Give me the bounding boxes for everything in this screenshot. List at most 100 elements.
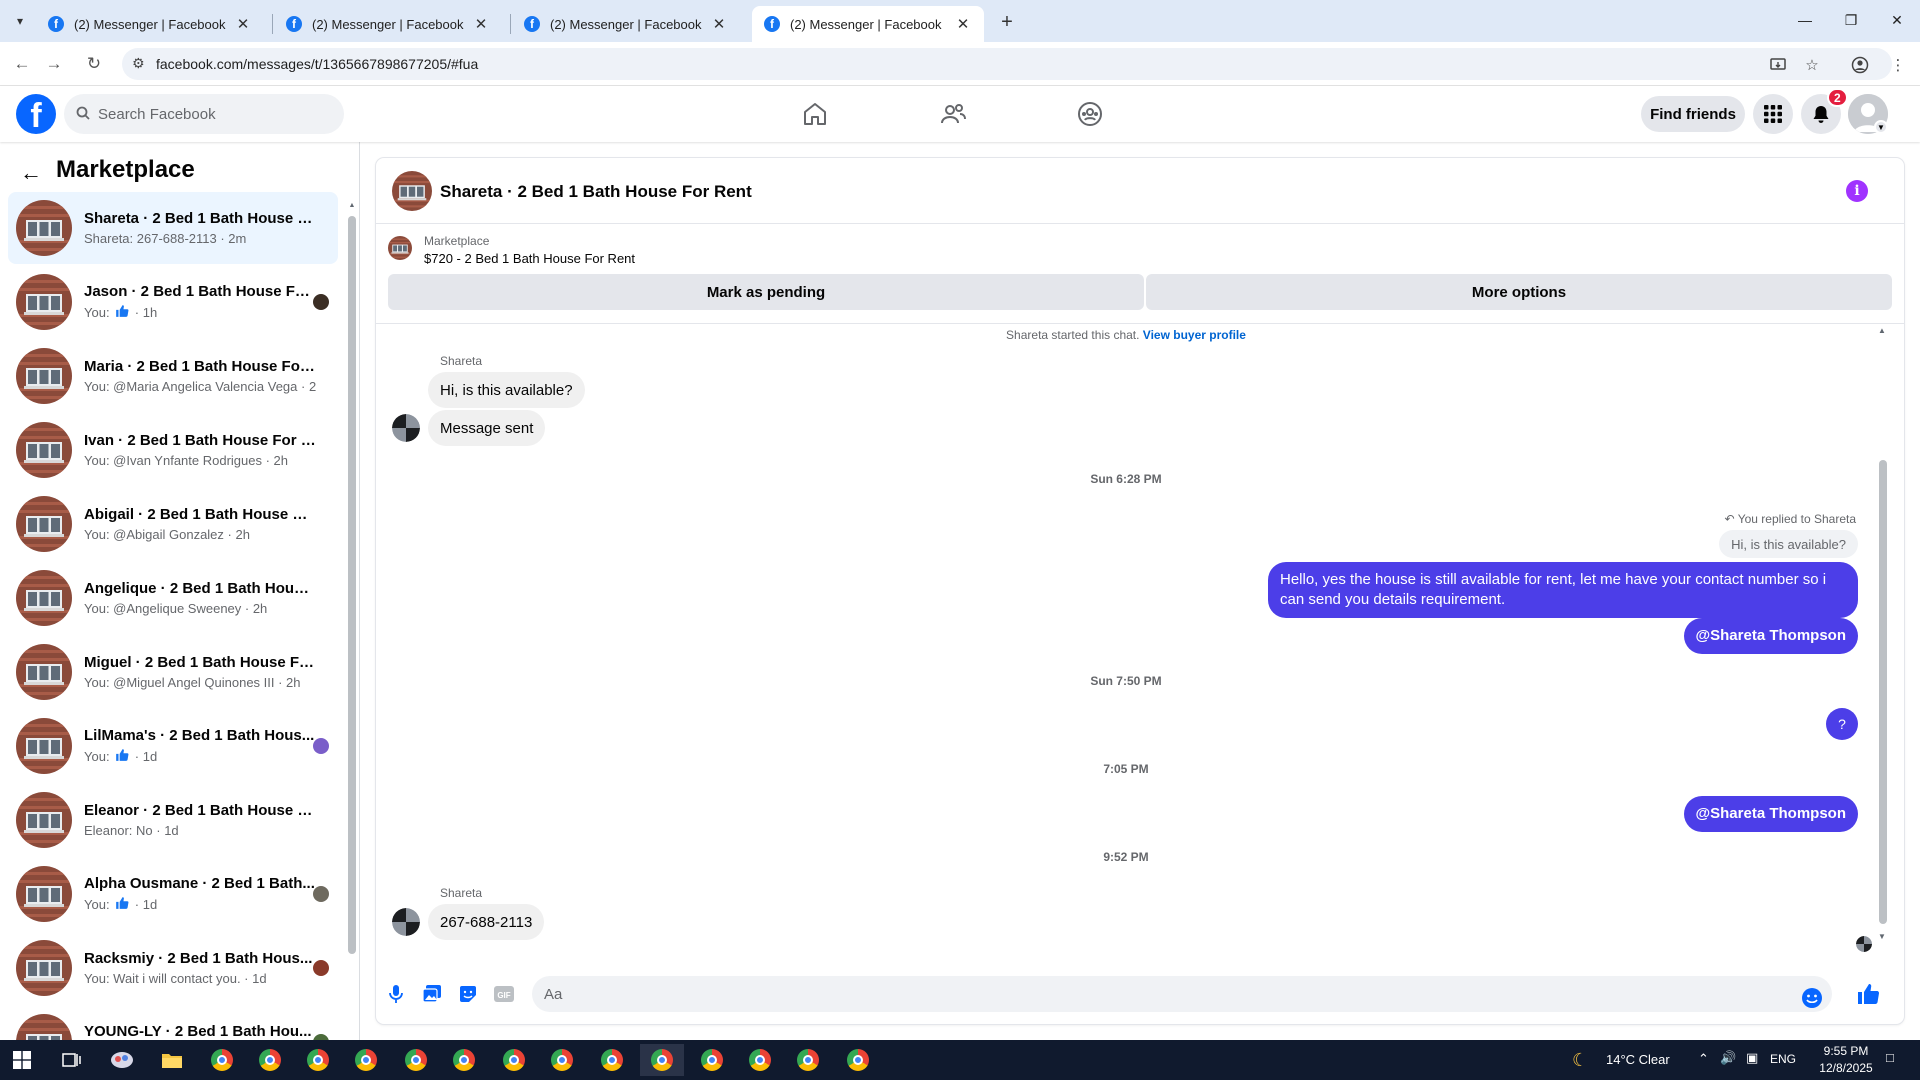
conversation-item[interactable]: LilMama's · 2 Bed 1 Bath Hous... You: · 1… [8,710,338,782]
search-input[interactable] [98,105,318,123]
address-bar[interactable]: ⚙ facebook.com/messages/t/13656678986772… [122,48,1892,80]
browser-tab-4-active[interactable]: f (2) Messenger | Facebook ✕ [752,6,984,42]
home-icon[interactable] [797,96,833,132]
forward-arrow-icon[interactable]: → [42,52,66,76]
thumbs-up-like-icon[interactable] [1854,980,1882,1008]
emoji-icon[interactable] [1798,984,1826,1012]
scroll-down-arrow-icon[interactable]: ▼ [1878,932,1886,941]
facebook-search[interactable] [64,94,344,134]
bookmark-star-icon[interactable]: ☆ [1802,55,1822,75]
scroll-up-arrow-icon[interactable]: ▲ [348,202,356,209]
close-tab-icon[interactable]: ✕ [234,15,252,33]
sidebar-scrollbar[interactable]: ▲ ▼ [348,202,356,954]
reload-icon[interactable]: ↻ [82,52,106,76]
conversation-item[interactable]: YOUNG-LY · 2 Bed 1 Bath Hou...You: · 1d [8,1006,338,1040]
conversation-item[interactable]: Miguel · 2 Bed 1 Bath House For ... You: … [8,636,338,708]
chrome-profile-icon[interactable] [394,1044,438,1076]
chrome-profile-icon-active[interactable] [640,1044,684,1076]
close-tab-icon[interactable]: ✕ [472,15,490,33]
listing-thumbnail-small[interactable] [388,236,412,260]
chat-scrollbar[interactable]: ▲ ▼ [1876,324,1890,944]
incoming-message[interactable]: Hi, is this available? [428,372,585,408]
conversation-item[interactable]: Shareta · 2 Bed 1 Bath House For... Share… [8,192,338,264]
conversation-item[interactable]: Maria · 2 Bed 1 Bath House For ... You: @… [8,340,338,412]
url-text[interactable]: facebook.com/messages/t/1365667898677205… [156,56,478,72]
minimize-window-icon[interactable]: — [1782,0,1828,40]
chat-title[interactable]: Shareta · 2 Bed 1 Bath House For Rent [440,182,752,202]
shareta-avatar[interactable] [392,414,420,442]
info-icon[interactable]: i [1846,180,1868,202]
show-hidden-icons-chevron-icon[interactable]: ⌃ [1698,1051,1709,1067]
gif-icon[interactable]: GIF [490,980,518,1008]
scrollbar-thumb[interactable] [1879,460,1887,924]
chrome-profile-icon[interactable] [786,1044,830,1076]
app-pinned-icon[interactable] [100,1044,144,1076]
groups-icon[interactable] [1072,96,1108,132]
network-icon[interactable]: ▣ [1746,1050,1758,1066]
chrome-profile-icon[interactable] [836,1044,880,1076]
scroll-up-arrow-icon[interactable]: ▲ [1878,326,1886,335]
chrome-profile-icon[interactable] [296,1044,340,1076]
new-tab-button[interactable]: + [994,9,1020,35]
mark-as-pending-button[interactable]: Mark as pending [388,274,1144,310]
chrome-profile-icon[interactable] [540,1044,584,1076]
clock-date[interactable]: 12/8/2025 [1812,1061,1880,1075]
conversation-item[interactable]: Racksmiy · 2 Bed 1 Bath Hous... You: Wait… [8,932,338,1004]
profile-icon[interactable] [1850,55,1870,75]
browser-tab-2[interactable]: f (2) Messenger | Facebook ✕ [274,6,502,42]
chrome-profile-icon[interactable] [492,1044,536,1076]
close-window-icon[interactable]: ✕ [1874,0,1920,40]
site-settings-icon[interactable]: ⚙ [132,55,145,72]
file-explorer-icon[interactable] [150,1044,194,1076]
quoted-message[interactable]: Hi, is this available? [1719,530,1858,558]
menu-grid-icon[interactable] [1753,94,1793,134]
chrome-profile-icon[interactable] [248,1044,292,1076]
photo-gallery-icon[interactable] [418,980,446,1008]
outgoing-question-message[interactable]: ? [1826,708,1858,740]
back-arrow-icon[interactable]: ← [10,52,34,76]
chrome-profile-icon[interactable] [690,1044,734,1076]
facebook-logo-icon[interactable]: f [16,94,56,134]
conversation-item[interactable]: Alpha Ousmane · 2 Bed 1 Bath... You: · 1d [8,858,338,930]
view-buyer-profile-link[interactable]: View buyer profile [1143,328,1246,342]
outgoing-message[interactable]: Hello, yes the house is still available … [1268,562,1858,618]
account-chevron-down-icon[interactable]: ▼ [1874,120,1888,134]
volume-icon[interactable]: 🔊 [1720,1050,1736,1066]
conversation-item[interactable]: Abigail · 2 Bed 1 Bath House For... You: … [8,488,338,560]
close-tab-icon[interactable]: ✕ [954,15,972,33]
listing-price-title[interactable]: $720 - 2 Bed 1 Bath House For Rent [424,251,635,266]
outgoing-mention-message[interactable]: @Shareta Thompson [1683,618,1858,654]
incoming-message[interactable]: 267-688-2113 [428,904,545,940]
tab-search-chevron-icon[interactable]: ▾ [8,10,32,32]
chrome-icon[interactable] [200,1044,244,1076]
close-tab-icon[interactable]: ✕ [710,15,728,33]
microphone-icon[interactable] [382,980,410,1008]
conversation-item[interactable]: Ivan · 2 Bed 1 Bath House For Rent You: @… [8,414,338,486]
back-arrow-icon[interactable]: ← [20,160,42,186]
chrome-profile-icon[interactable] [344,1044,388,1076]
message-input[interactable] [532,976,1832,1012]
listing-thumbnail[interactable] [392,171,432,211]
clock-time[interactable]: 9:55 PM [1812,1044,1880,1058]
browser-tab-3[interactable]: f (2) Messenger | Facebook ✕ [512,6,740,42]
outgoing-mention-message[interactable]: @Shareta Thompson [1683,796,1858,832]
chrome-profile-icon[interactable] [738,1044,782,1076]
conversation-item[interactable]: Eleanor · 2 Bed 1 Bath House For... Elean… [8,784,338,856]
windows-start-icon[interactable] [0,1044,44,1076]
restore-window-icon[interactable]: ❐ [1828,0,1874,40]
chrome-profile-icon[interactable] [442,1044,486,1076]
incoming-message[interactable]: Message sent [428,410,546,446]
conversation-item[interactable]: Angelique · 2 Bed 1 Bath House ... You: @… [8,562,338,634]
find-friends-button[interactable]: Find friends [1641,96,1745,132]
install-app-icon[interactable] [1768,55,1788,75]
language-indicator[interactable]: ENG [1770,1052,1796,1066]
browser-menu-icon[interactable]: ⋮ [1888,55,1908,75]
friends-icon[interactable] [935,96,971,132]
conversation-item[interactable]: Jason · 2 Bed 1 Bath House Fo... You: · 1… [8,266,338,338]
chrome-profile-icon[interactable] [590,1044,634,1076]
more-options-button[interactable]: More options [1146,274,1892,310]
weather-text[interactable]: 14°C Clear [1606,1052,1670,1067]
shareta-avatar[interactable] [392,908,420,936]
sticker-icon[interactable] [454,980,482,1008]
task-view-icon[interactable] [50,1044,94,1076]
